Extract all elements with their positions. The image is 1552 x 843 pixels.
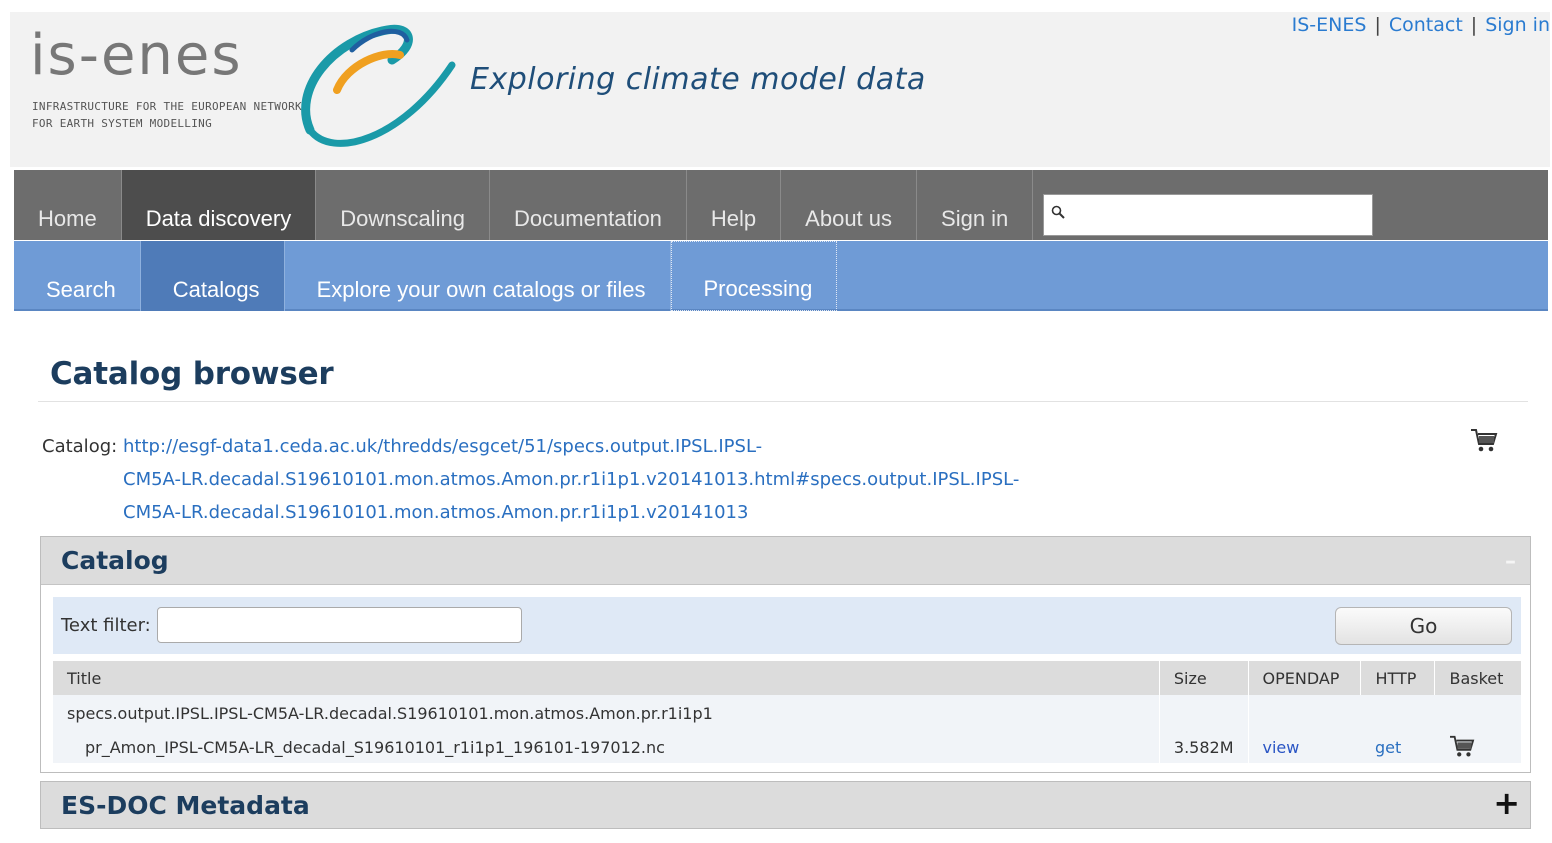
- subnav-processing[interactable]: Processing: [670, 241, 838, 311]
- site-search-input[interactable]: [1043, 194, 1374, 236]
- left-margin: [0, 12, 10, 843]
- logo-subtitle: INFRASTRUCTURE FOR THE EUROPEAN NETWORK …: [32, 100, 302, 130]
- site-tagline: Exploring climate model data: [470, 62, 926, 97]
- subnav-search[interactable]: Search: [14, 241, 141, 311]
- cart-icon[interactable]: [1470, 428, 1498, 454]
- nav-about-us[interactable]: About us: [781, 170, 918, 240]
- empty-cell: [1434, 695, 1521, 731]
- expand-icon[interactable]: +: [1493, 784, 1520, 822]
- separator: |: [1470, 14, 1478, 36]
- cart-icon[interactable]: [1449, 735, 1475, 759]
- catalog-label: Catalog:: [42, 436, 118, 457]
- file-size-cell: 3.582M: [1159, 731, 1249, 763]
- column-header-basket: Basket: [1434, 661, 1521, 695]
- column-header-title: Title: [53, 661, 1160, 695]
- opendap-cell: view: [1248, 731, 1361, 763]
- table-row: pr_Amon_IPSL-CM5A-LR_decadal_S19610101_r…: [53, 731, 1521, 763]
- collapse-icon[interactable]: –: [1505, 549, 1516, 574]
- nav-sign-in[interactable]: Sign in: [917, 170, 1034, 240]
- catalog-panel: Catalog – Text filter: Go Title Size OPE…: [40, 536, 1531, 773]
- subnav-explore[interactable]: Explore your own catalogs or files: [285, 241, 671, 311]
- column-header-http: HTTP: [1360, 661, 1436, 695]
- dataset-title-cell[interactable]: specs.output.IPSL.IPSL-CM5A-LR.decadal.S…: [53, 695, 1160, 731]
- link-contact[interactable]: Contact: [1389, 14, 1463, 36]
- basket-cell: [1434, 731, 1521, 763]
- catalog-url-line[interactable]: CM5A-LR.decadal.S19610101.mon.atmos.Amon…: [123, 463, 1063, 496]
- catalog-panel-header[interactable]: Catalog –: [41, 537, 1530, 585]
- go-button[interactable]: Go: [1335, 607, 1512, 645]
- swirl-logo-icon: [301, 24, 456, 147]
- divider: [38, 401, 1528, 402]
- nav-documentation[interactable]: Documentation: [490, 170, 687, 240]
- catalog-panel-title: Catalog: [61, 546, 169, 575]
- is-enes-logo[interactable]: is-enes INFRASTRUCTURE FOR THE EUROPEAN …: [22, 20, 462, 160]
- main-navigation: Home Data discovery Downscaling Document…: [14, 170, 1548, 240]
- column-header-size: Size: [1159, 661, 1249, 695]
- http-cell: get: [1360, 731, 1435, 763]
- text-filter-input[interactable]: [157, 607, 522, 643]
- catalog-url-line[interactable]: CM5A-LR.decadal.S19610101.mon.atmos.Amon…: [123, 496, 1063, 529]
- http-get-link[interactable]: get: [1375, 738, 1401, 757]
- nav-help[interactable]: Help: [687, 170, 782, 240]
- magnifier-icon: [1051, 205, 1066, 219]
- file-name-cell: pr_Amon_IPSL-CM5A-LR_decadal_S19610101_r…: [53, 731, 1160, 763]
- text-filter-label: Text filter:: [61, 615, 151, 636]
- empty-cell: [1360, 695, 1435, 731]
- nav-downscaling[interactable]: Downscaling: [316, 170, 490, 240]
- file-table: Title Size OPENDAP HTTP Basket specs.out…: [53, 661, 1521, 763]
- subnav-catalogs[interactable]: Catalogs: [140, 241, 285, 311]
- sub-navigation: Search Catalogs Explore your own catalog…: [14, 241, 1548, 311]
- empty-cell: [1159, 695, 1249, 731]
- separator: |: [1374, 14, 1381, 36]
- table-row: specs.output.IPSL.IPSL-CM5A-LR.decadal.S…: [53, 695, 1521, 731]
- page-title: Catalog browser: [50, 356, 334, 392]
- empty-cell: [1248, 695, 1361, 731]
- site-header: is-enes INFRASTRUCTURE FOR THE EUROPEAN …: [10, 12, 1550, 167]
- top-links: IS-ENES | Contact | Sign in: [1292, 14, 1550, 36]
- catalog-url-link[interactable]: http://esgf-data1.ceda.ac.uk/thredds/esg…: [123, 430, 1063, 529]
- column-header-opendap: OPENDAP: [1248, 661, 1362, 695]
- nav-home[interactable]: Home: [14, 170, 122, 240]
- esdoc-panel-title: ES-DOC Metadata: [61, 791, 310, 820]
- opendap-view-link[interactable]: view: [1263, 738, 1300, 757]
- page: is-enes INFRASTRUCTURE FOR THE EUROPEAN …: [0, 0, 1552, 843]
- logo-wordmark: is-enes: [30, 23, 243, 88]
- catalog-url-line[interactable]: http://esgf-data1.ceda.ac.uk/thredds/esg…: [123, 430, 1063, 463]
- link-is-enes[interactable]: IS-ENES: [1292, 14, 1367, 36]
- nav-data-discovery[interactable]: Data discovery: [121, 170, 317, 240]
- text-filter-bar: Text filter: Go: [53, 597, 1521, 654]
- link-sign-in[interactable]: Sign in: [1485, 14, 1550, 36]
- esdoc-panel-header[interactable]: ES-DOC Metadata +: [40, 781, 1531, 829]
